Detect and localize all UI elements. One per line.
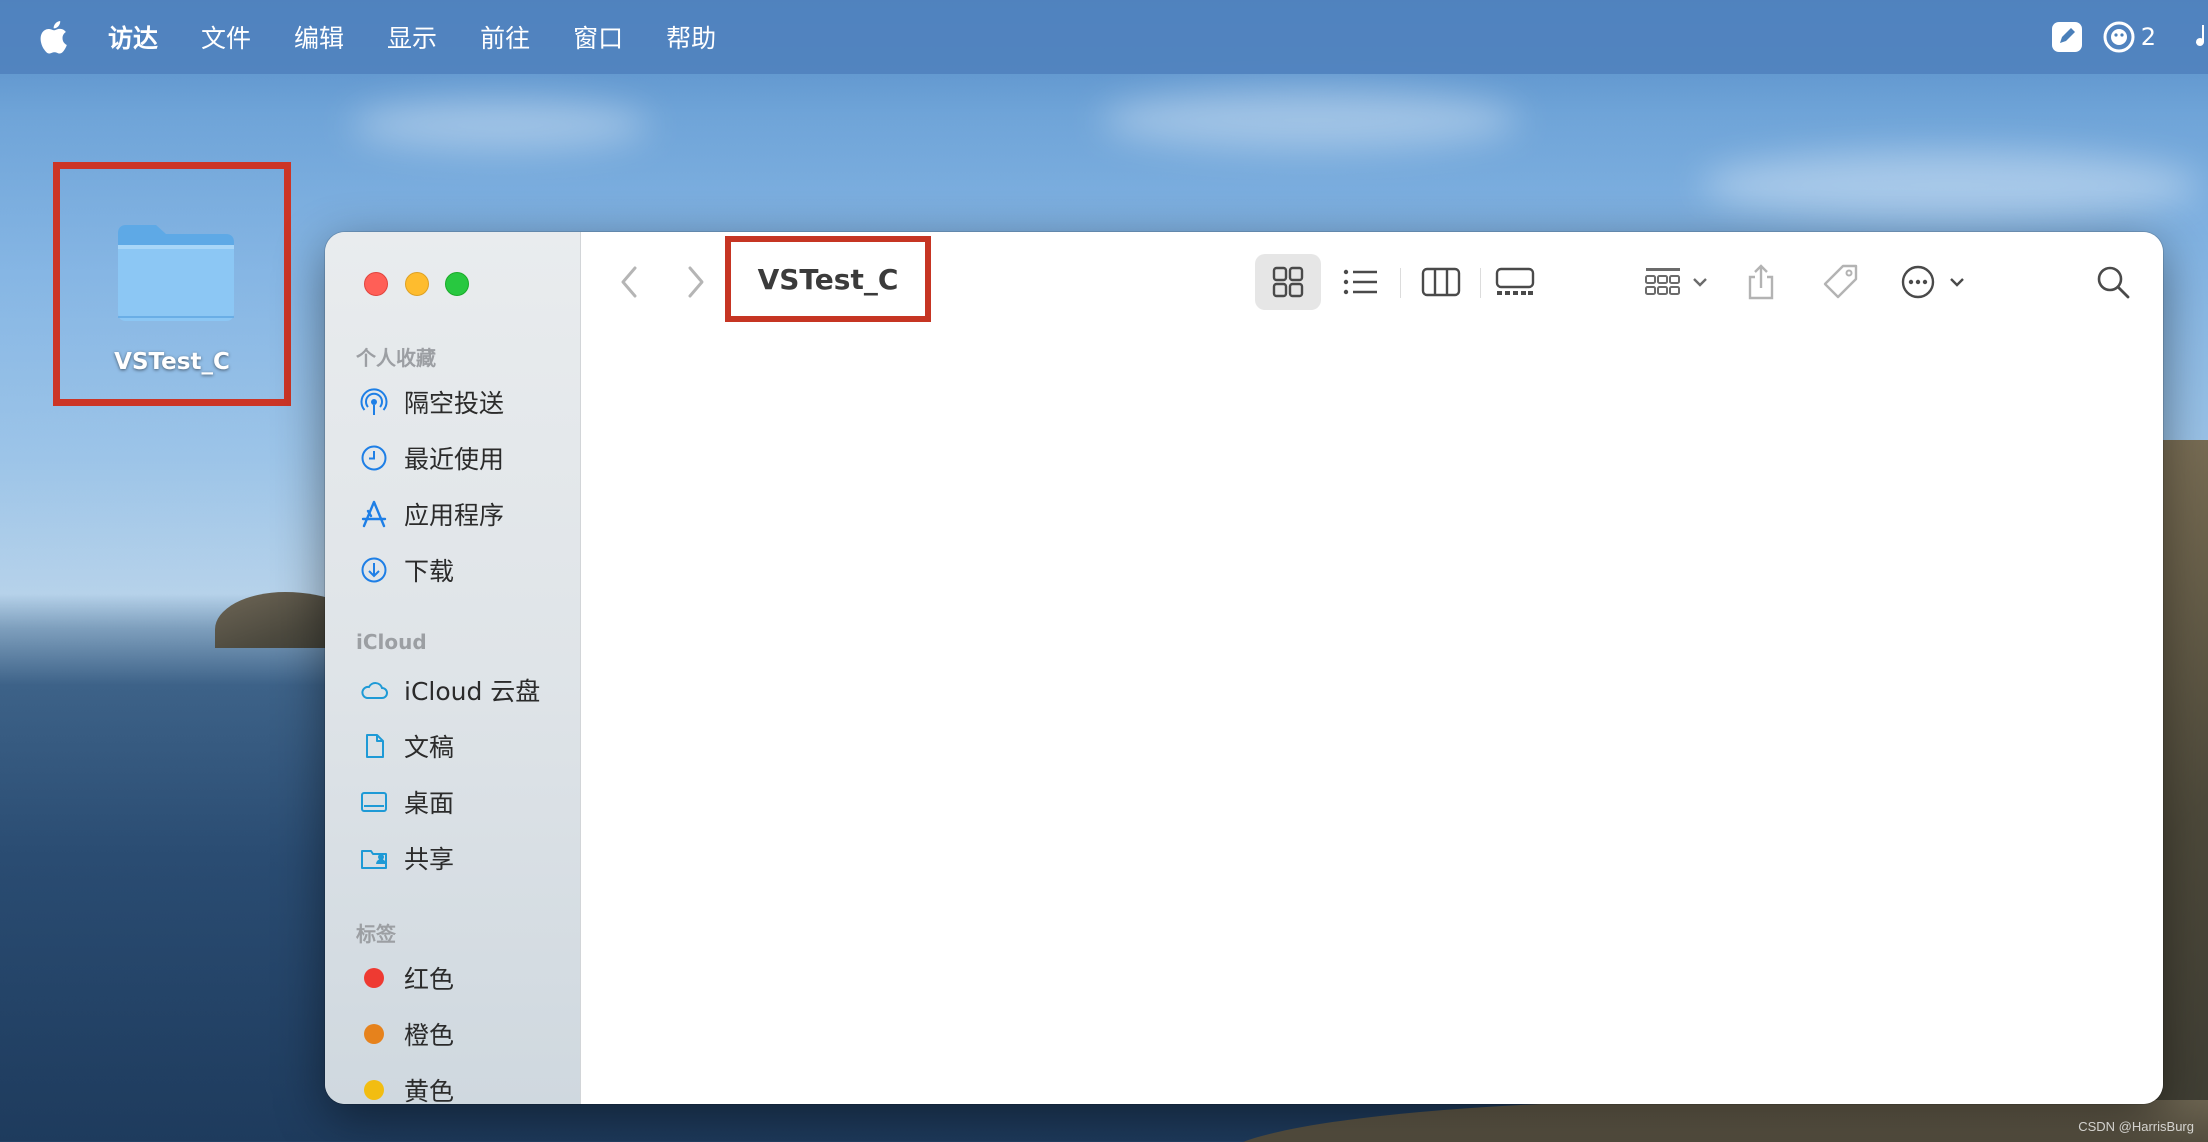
- folder-label: VSTest_C: [114, 349, 230, 375]
- column-view-button[interactable]: [1417, 258, 1465, 306]
- sidebar-item-recents[interactable]: 最近使用: [359, 438, 504, 478]
- tags-section-title: 标签: [356, 922, 396, 946]
- icon-view-button[interactable]: [1255, 254, 1321, 310]
- sidebar-item-label: 共享: [404, 845, 455, 874]
- sidebar-item-label: 桌面: [404, 789, 455, 818]
- shoreline: [1220, 1100, 2208, 1142]
- window-title: VSTest_C: [757, 262, 899, 296]
- sidebar-tag-orange[interactable]: 橙色: [359, 1014, 454, 1054]
- sidebar-item-applications[interactable]: 应用程序: [359, 494, 504, 534]
- favorites-section-title: 个人收藏: [356, 346, 436, 370]
- watermark-text: CSDN @HarrisBurg: [2078, 1119, 2194, 1134]
- sidebar-item-documents[interactable]: 文稿: [359, 726, 454, 766]
- list-view-icon: [1343, 269, 1377, 295]
- close-window-button[interactable]: [364, 272, 388, 296]
- icloud-section-title: iCloud: [356, 630, 427, 654]
- menu-help[interactable]: 帮助: [666, 19, 716, 55]
- sidebar-item-desktop[interactable]: 桌面: [359, 782, 454, 822]
- column-view-icon: [1421, 267, 1461, 297]
- face-status-icon[interactable]: [2103, 21, 2135, 53]
- toolbar-divider: [1400, 268, 1401, 298]
- sidebar-item-label: 应用程序: [404, 501, 505, 530]
- sidebar-item-icloud-drive[interactable]: iCloud 云盘: [359, 670, 540, 710]
- markup-pen-icon[interactable]: [2051, 21, 2083, 53]
- group-by-button[interactable]: [1639, 258, 1719, 306]
- sky-cloud: [350, 100, 650, 150]
- cloud-icon: [361, 682, 388, 699]
- toolbar-divider: [1480, 268, 1481, 298]
- finder-content-area[interactable]: [581, 332, 2163, 1104]
- sidebar-item-label: 下载: [404, 557, 455, 586]
- group-grid-chevron-icon: [1645, 268, 1707, 295]
- finder-toolbar: VSTest_C: [581, 232, 2163, 332]
- finder-sidebar: 个人收藏 隔空投送 最近使用 应用程序 下载 iCloud iCloud 云盘 …: [325, 232, 581, 1104]
- menu-window[interactable]: 窗口: [573, 19, 623, 55]
- desktop-folder-vstest[interactable]: VSTest_C: [53, 162, 291, 406]
- sidebar-item-label: 隔空投送: [404, 389, 505, 418]
- desktop-icon: [361, 792, 387, 812]
- orange-tag-dot-icon: [364, 1024, 384, 1044]
- download-icon: [361, 557, 387, 583]
- list-view-button[interactable]: [1337, 258, 1385, 306]
- document-icon: [366, 734, 384, 758]
- airdrop-icon: [360, 388, 388, 415]
- clock-icon: [361, 445, 387, 471]
- menu-edit[interactable]: 编辑: [294, 19, 344, 55]
- finder-window: 个人收藏 隔空投送 最近使用 应用程序 下载 iCloud iCloud 云盘 …: [325, 232, 2163, 1104]
- search-button[interactable]: [2089, 258, 2137, 306]
- forward-chevron-icon[interactable]: [680, 262, 710, 302]
- share-button[interactable]: [1737, 258, 1785, 306]
- menu-file[interactable]: 文件: [201, 19, 251, 55]
- sidebar-item-downloads[interactable]: 下载: [359, 550, 454, 590]
- notification-count: 2: [2140, 23, 2156, 51]
- sidebar-tag-yellow[interactable]: 黄色: [359, 1070, 454, 1104]
- grid-view-icon: [1272, 266, 1304, 298]
- sidebar-item-shared[interactable]: 共享: [359, 838, 454, 878]
- applications-icon: [361, 500, 387, 528]
- minimize-window-button[interactable]: [405, 272, 429, 296]
- gallery-view-icon: [1495, 267, 1535, 295]
- apple-logo-icon[interactable]: [38, 20, 68, 54]
- menu-view[interactable]: 显示: [387, 19, 437, 55]
- sky-cloud: [1700, 150, 2200, 220]
- menu-bar: 访达 文件 编辑 显示 前往 窗口 帮助 2: [0, 0, 2208, 74]
- sidebar-item-label: 黄色: [404, 1077, 455, 1104]
- tag-icon: [1823, 264, 1858, 299]
- search-icon: [2097, 266, 2130, 299]
- sidebar-item-label: 橙色: [404, 1021, 455, 1050]
- tag-button[interactable]: [1817, 258, 1865, 306]
- sidebar-tag-red[interactable]: 红色: [359, 958, 454, 998]
- shared-folder-icon: [361, 850, 387, 869]
- sidebar-item-label: iCloud 云盘: [404, 677, 541, 706]
- menu-go[interactable]: 前往: [480, 19, 530, 55]
- red-tag-dot-icon: [364, 968, 384, 988]
- gallery-view-button[interactable]: [1491, 258, 1539, 306]
- back-chevron-icon[interactable]: [615, 262, 645, 302]
- share-icon: [1748, 264, 1774, 300]
- window-title-highlight: VSTest_C: [725, 236, 931, 322]
- maximize-window-button[interactable]: [445, 272, 469, 296]
- yellow-tag-dot-icon: [364, 1080, 384, 1100]
- sidebar-item-label: 红色: [404, 965, 455, 994]
- sidebar-item-label: 最近使用: [404, 445, 505, 474]
- menu-finder[interactable]: 访达: [108, 19, 158, 55]
- ellipsis-circle-chevron-icon: [1901, 265, 1964, 299]
- music-note-icon[interactable]: [2194, 21, 2208, 53]
- sidebar-item-airdrop[interactable]: 隔空投送: [359, 382, 504, 422]
- sky-cloud: [1100, 90, 1520, 150]
- sidebar-item-label: 文稿: [404, 733, 455, 762]
- folder-icon: [118, 225, 234, 321]
- more-actions-button[interactable]: [1895, 258, 1975, 306]
